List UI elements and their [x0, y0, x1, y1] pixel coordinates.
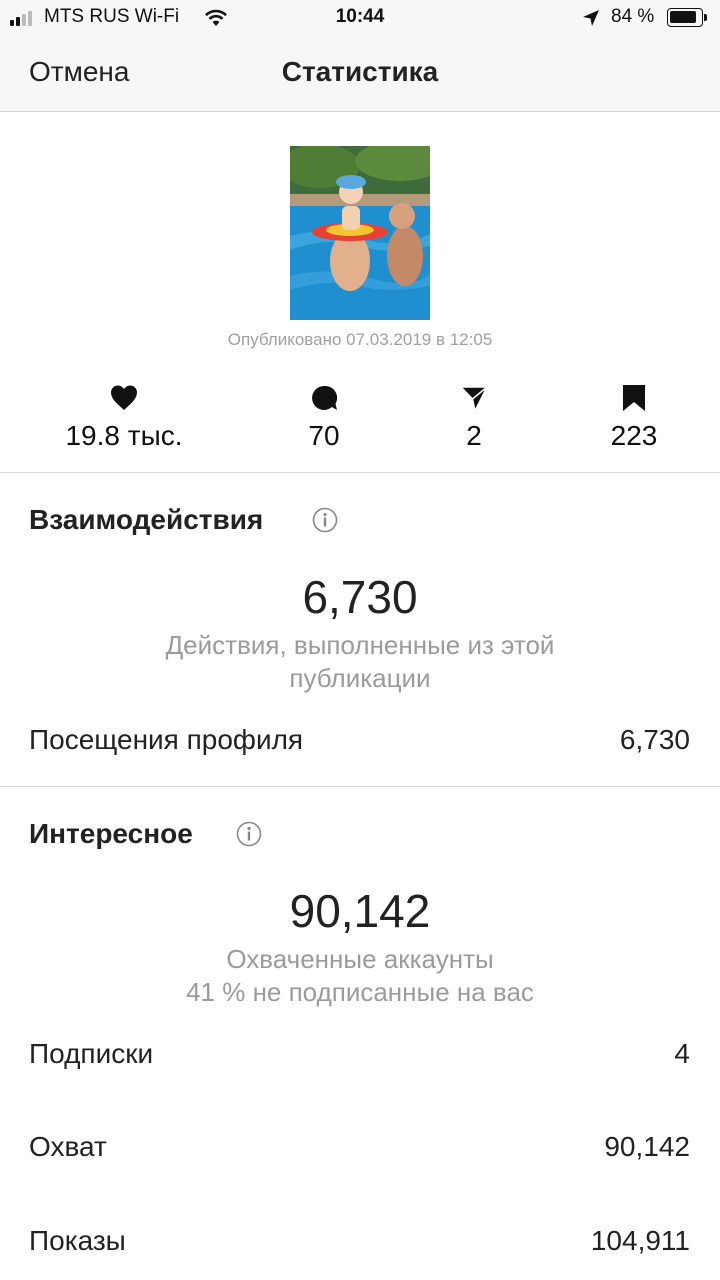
bookmark-icon	[623, 385, 645, 411]
interactions-subtitle-2: публикации	[289, 663, 431, 693]
reach-label: Охват	[29, 1131, 107, 1162]
divider	[0, 472, 720, 473]
status-bar: MTS RUS Wi-Fi 10:44 84 %	[0, 0, 720, 36]
comments-count: 70	[308, 420, 340, 451]
discovery-subtitle-2: 41 % не подписанные на вас	[186, 977, 534, 1007]
battery-icon	[667, 8, 707, 27]
comment-icon	[312, 385, 338, 410]
cancel-button[interactable]: Отмена	[29, 56, 129, 88]
discovery-total: 90,142	[289, 885, 431, 937]
published-date: Опубликовано 07.03.2019 в 12:05	[227, 330, 493, 349]
info-icon[interactable]	[312, 507, 338, 533]
follows-value: 4	[674, 1038, 690, 1069]
post-thumbnail[interactable]	[290, 146, 430, 320]
discovery-title: Интересное	[29, 818, 193, 849]
profile-visits-label: Посещения профиля	[29, 724, 304, 755]
discovery-subtitle: Охваченные аккаунты	[226, 944, 494, 974]
interactions-total: 6,730	[302, 571, 418, 623]
saves-count: 223	[610, 420, 658, 451]
shares-count: 2	[466, 420, 482, 451]
heart-icon	[111, 385, 137, 410]
interactions-subtitle: Действия, выполненные из этой	[165, 630, 555, 660]
location-arrow-icon	[583, 10, 599, 26]
divider	[0, 786, 720, 787]
reach-value: 90,142	[604, 1131, 690, 1162]
impressions-value: 104,911	[590, 1225, 690, 1256]
battery-percent: 84 %	[611, 6, 655, 27]
nav-bar: Статистика Отмена	[0, 36, 720, 112]
info-icon[interactable]	[236, 821, 262, 847]
follows-label: Подписки	[29, 1038, 154, 1069]
likes-count: 19.8 тыс.	[65, 420, 183, 451]
impressions-label: Показы	[29, 1225, 126, 1256]
profile-visits-value: 6,730	[619, 724, 690, 755]
interactions-title: Взаимодействия	[29, 504, 264, 535]
share-icon	[460, 386, 488, 412]
